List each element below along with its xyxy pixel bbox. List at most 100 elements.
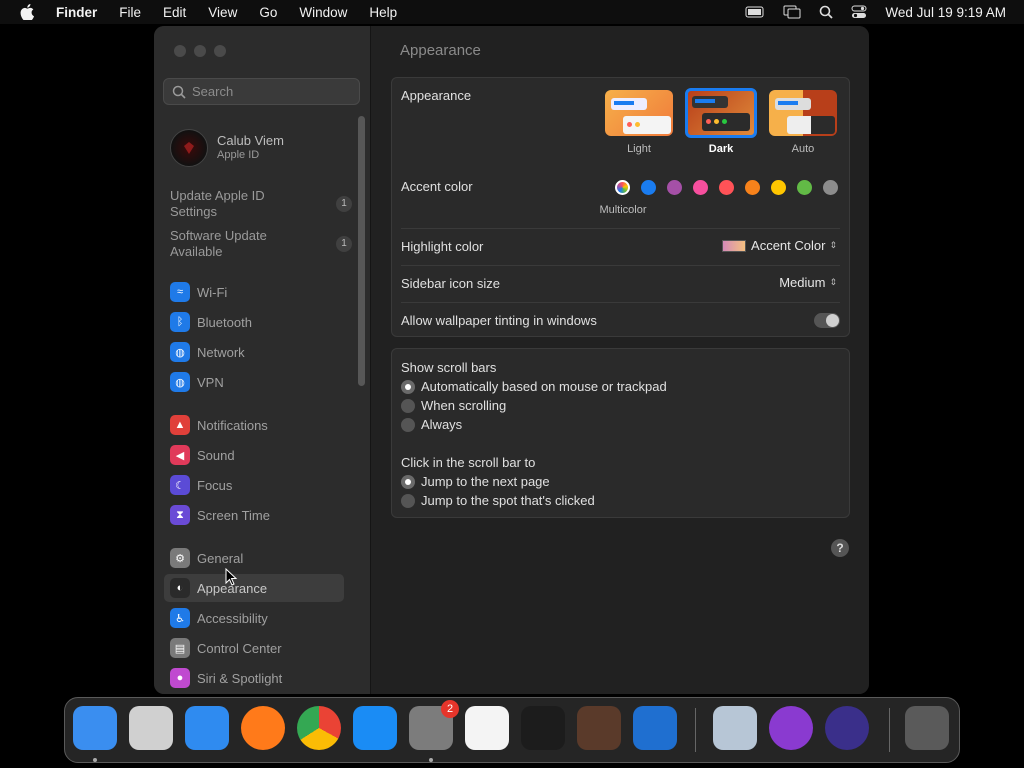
dock-trash-icon[interactable] [905, 706, 949, 750]
dock-app-store-icon[interactable] [353, 706, 397, 750]
dock-garageband-icon[interactable] [577, 706, 621, 750]
apple-logo-icon[interactable] [20, 4, 34, 21]
menu-view[interactable]: View [208, 5, 237, 20]
dock-safari-icon[interactable] [185, 706, 229, 750]
dock-visual-studio-code-icon[interactable] [633, 706, 677, 750]
moon-icon: ☾ [170, 475, 190, 495]
dock-podcasts-icon[interactable] [769, 706, 813, 750]
menu-app-name[interactable]: Finder [56, 5, 97, 20]
accent-color-swatch[interactable] [693, 180, 708, 195]
sidebar-item-label: Focus [197, 477, 233, 493]
dock-terminal-icon[interactable] [521, 706, 565, 750]
menu-file[interactable]: File [119, 5, 141, 20]
dock-chrome-icon[interactable] [297, 706, 341, 750]
scroll-option-when-scrolling[interactable]: When scrolling [401, 398, 506, 413]
popup-chevron-icon: ⇕ [829, 240, 837, 250]
sidebar-item-network[interactable]: ◍ Network [164, 338, 344, 366]
sidebar-item-accessibility[interactable]: ♿ Accessibility [164, 604, 344, 632]
accent-color-swatch[interactable] [771, 180, 786, 195]
zoom-button[interactable] [214, 45, 226, 57]
mouse-pointer-icon [225, 568, 238, 586]
gear-icon: ⚙ [170, 548, 190, 568]
mode-dark-thumbnail[interactable] [685, 88, 757, 138]
mode-auto-thumbnail[interactable] [769, 90, 837, 136]
scroll-option-automatic[interactable]: Automatically based on mouse or trackpad [401, 379, 667, 394]
click-option-spot-clicked[interactable]: Jump to the spot that's clicked [401, 493, 595, 508]
accent-color-swatch[interactable] [615, 180, 630, 195]
vpn-globe-icon: ◍ [170, 372, 190, 392]
software-update-item[interactable]: Software Update Available 1 [170, 228, 360, 262]
sidebar-item-label: Accessibility [197, 610, 268, 626]
sidebar-item-general[interactable]: ⚙ General [164, 544, 344, 572]
menu-help[interactable]: Help [369, 5, 397, 20]
highlight-color-label: Highlight color [401, 239, 484, 254]
control-center-icon[interactable] [851, 5, 867, 19]
dock-firefox-icon[interactable] [241, 706, 285, 750]
dock-textedit-icon[interactable] [465, 706, 509, 750]
accent-color-label: Accent color [401, 179, 473, 194]
account-subtitle: Apple ID [217, 149, 260, 161]
popup-chevron-icon: ⇕ [829, 277, 837, 287]
spotlight-search-icon[interactable] [819, 5, 834, 19]
dock-launchpad-icon[interactable] [129, 706, 173, 750]
sidebar-item-sound[interactable]: ◀ Sound [164, 441, 344, 469]
control-center-icon: ▤ [170, 638, 190, 658]
divider [401, 302, 840, 303]
scroll-option-always[interactable]: Always [401, 417, 462, 432]
menu-window[interactable]: Window [299, 5, 347, 20]
dock-finder-icon[interactable] [73, 706, 117, 750]
help-button[interactable]: ? [831, 539, 849, 557]
apple-id-account[interactable]: Calub Viem Apple ID [170, 129, 284, 167]
sidebar-icon-size-popup[interactable]: Medium ⇕ [779, 275, 837, 290]
menu-edit[interactable]: Edit [163, 5, 186, 20]
dock-proxyman-icon[interactable] [825, 706, 869, 750]
screen-mirroring-icon[interactable] [783, 5, 801, 19]
click-option-next-page[interactable]: Jump to the next page [401, 474, 550, 489]
search-field[interactable]: Search [163, 78, 360, 105]
content-pane: Appearance Appearance Light Dark Auto Ac… [370, 26, 869, 694]
software-update-label: Software Update Available [170, 228, 267, 259]
sidebar-item-label: Siri & Spotlight [197, 670, 283, 686]
speaker-icon: ◀ [170, 445, 190, 465]
battery-icon[interactable] [745, 6, 765, 18]
update-badge: 1 [336, 196, 352, 212]
wallpaper-tinting-toggle[interactable] [814, 313, 840, 328]
accent-color-swatch[interactable] [823, 180, 838, 195]
sidebar-item-siri-spotlight[interactable]: ● Siri & Spotlight [164, 664, 344, 692]
close-button[interactable] [174, 45, 186, 57]
wallpaper-tinting-label: Allow wallpaper tinting in windows [401, 313, 597, 328]
sidebar-icon-size-label: Sidebar icon size [401, 276, 500, 291]
sidebar-item-notifications[interactable]: ▲ Notifications [164, 411, 344, 439]
sidebar-item-control-center[interactable]: ▤ Control Center [164, 634, 344, 662]
mode-light-thumbnail[interactable] [605, 90, 673, 136]
dock-preview-icon[interactable] [713, 706, 757, 750]
sidebar-item-wi-fi[interactable]: ≈ Wi-Fi [164, 278, 344, 306]
menu-clock[interactable]: Wed Jul 19 9:19 AM [885, 5, 1006, 20]
dock-divider [695, 708, 696, 752]
sidebar-item-focus[interactable]: ☾ Focus [164, 471, 344, 499]
sidebar-item-screen-time[interactable]: ⧗ Screen Time [164, 501, 344, 529]
dock-divider [889, 708, 890, 752]
divider [401, 228, 840, 229]
minimize-button[interactable] [194, 45, 206, 57]
accent-color-swatch[interactable] [641, 180, 656, 195]
menu-go[interactable]: Go [259, 5, 277, 20]
sidebar-item-bluetooth[interactable]: ᛒ Bluetooth [164, 308, 344, 336]
accent-color-swatch[interactable] [667, 180, 682, 195]
sidebar-item-vpn[interactable]: ◍ VPN [164, 368, 344, 396]
sidebar-item-appearance[interactable]: ◐ Appearance [164, 574, 344, 602]
sidebar-scrollbar[interactable] [358, 116, 365, 386]
highlight-color-popup[interactable]: Accent Color ⇕ [722, 238, 837, 253]
dock-system-settings-icon[interactable]: 2 [409, 700, 459, 750]
siri-icon: ● [170, 668, 190, 688]
sidebar-item-label: Control Center [197, 640, 282, 656]
appearance-settings-group: Appearance Light Dark Auto Accent color … [391, 77, 850, 337]
accent-color-swatch[interactable] [719, 180, 734, 195]
sidebar: Search Calub Viem Apple ID Update Apple … [154, 26, 370, 694]
accent-color-swatch[interactable] [745, 180, 760, 195]
accent-color-swatch[interactable] [797, 180, 812, 195]
show-scroll-bars-label: Show scroll bars [401, 360, 497, 375]
appearance-label: Appearance [401, 88, 472, 103]
update-apple-id-item[interactable]: Update Apple ID Settings 1 [170, 188, 360, 222]
avatar [170, 129, 208, 167]
